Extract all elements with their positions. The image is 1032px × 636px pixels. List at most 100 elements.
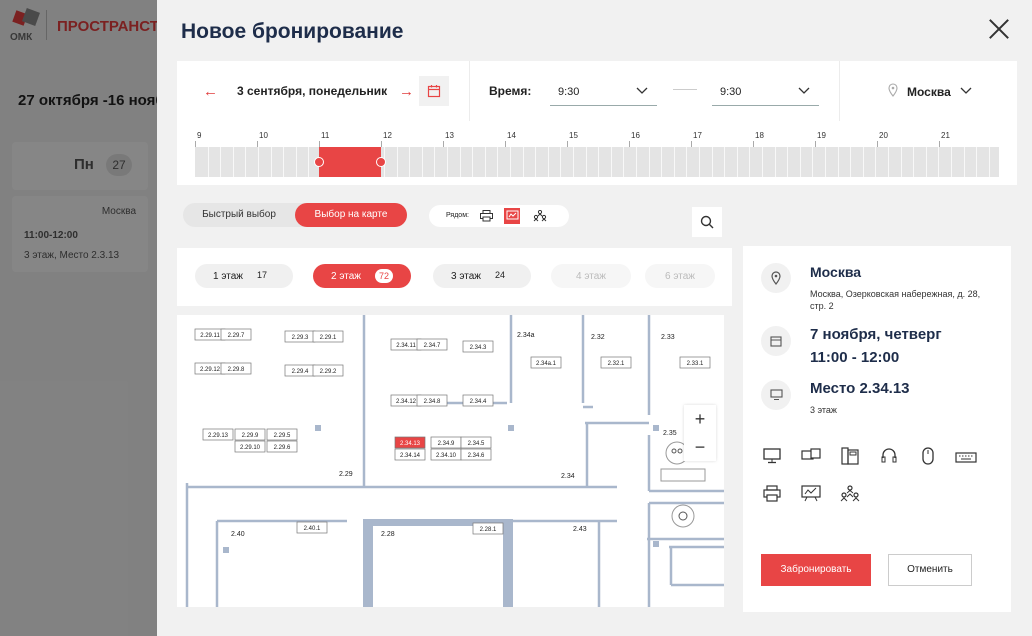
desk-2.34a.1[interactable]: 2.34a.1 [530, 356, 562, 369]
room-label-2.40: 2.40 [231, 531, 245, 538]
map-column [503, 519, 513, 607]
timeline-slot-divider [535, 147, 537, 177]
desk-2.29.6[interactable]: 2.29.6 [266, 440, 298, 453]
timeline-slot-divider [522, 147, 524, 177]
timeline-slot-divider [951, 147, 952, 177]
desk-2.34.11[interactable]: 2.34.11 [390, 338, 422, 351]
desk-2.29.4[interactable]: 2.29.4 [284, 364, 316, 377]
desk-2.34.3[interactable]: 2.34.3 [462, 340, 494, 353]
desk-2.34.6[interactable]: 2.34.6 [460, 448, 492, 461]
timeline-tick [753, 141, 754, 147]
city-select[interactable]: Москва [887, 81, 997, 103]
timeline-slot-divider [547, 147, 549, 177]
floor-map[interactable]: 2.29.11 2.29.7 2.29.12 2.29.8 2.29.3 2.29.1 2.… [177, 315, 724, 607]
timeline-hour-label: 13 [445, 131, 454, 140]
desk-2.29.11[interactable]: 2.29.11 [194, 328, 226, 341]
timeline-slot-divider [711, 147, 713, 177]
timeline-selected-range[interactable] [319, 147, 381, 177]
desk-2.29.12[interactable]: 2.29.12 [194, 362, 226, 375]
timeline-slot-divider [648, 147, 650, 177]
search-button[interactable] [692, 207, 722, 237]
selected-date: 3 сентября, понедельник [237, 84, 388, 98]
date-picker: ← 3 сентября, понедельник → [177, 61, 469, 121]
printer-icon[interactable] [478, 208, 494, 224]
desk-2.40.1[interactable]: 2.40.1 [296, 521, 328, 534]
time-to-select[interactable]: 9:30 [712, 76, 819, 106]
timeline-slot-divider [862, 147, 864, 177]
floor-tab-4[interactable]: 4 этаж [551, 264, 631, 288]
desk-2.29.13[interactable]: 2.29.13 [202, 428, 234, 441]
floor-name: 6 этаж [665, 271, 695, 282]
book-button[interactable]: Забронировать [761, 554, 871, 586]
desk-2.29.1[interactable]: 2.29.1 [312, 330, 344, 343]
timeline-hour-label: 17 [693, 131, 702, 140]
timeline-handle[interactable] [314, 157, 324, 167]
timeline-slot-divider [963, 147, 965, 177]
zoom-out-button[interactable]: − [684, 433, 716, 461]
headset-icon [878, 445, 900, 467]
people-group-icon[interactable] [532, 208, 548, 224]
desk-2.34.7[interactable]: 2.34.7 [416, 338, 448, 351]
timeline-slot-divider [837, 147, 839, 177]
room-label-2.34: 2.34 [561, 473, 575, 480]
nearby-filter: Рядом: [429, 205, 569, 227]
desk-label: 2.34.12 [396, 399, 417, 405]
map-column [508, 425, 514, 431]
desk-label: 2.34.11 [396, 343, 416, 349]
selection-mode-toggle: Быстрый выбор Выбор на карте [183, 203, 407, 227]
desk-2.28.1[interactable]: 2.28.1 [472, 522, 504, 535]
quick-select-tab[interactable]: Быстрый выбор [183, 203, 295, 227]
next-day-arrow-icon[interactable]: → [399, 83, 414, 100]
timeline-slot-divider [913, 147, 915, 177]
timeline-slot-divider [497, 147, 499, 177]
floor-tab-1[interactable]: 1 этаж 17 [195, 264, 293, 288]
prev-day-arrow-icon[interactable]: ← [203, 83, 218, 100]
floor-tab-3[interactable]: 3 этаж 24 [433, 264, 531, 288]
desk-2.34.9[interactable]: 2.34.9 [430, 436, 462, 449]
timeline-slot-divider [610, 147, 612, 177]
time-slider[interactable]: 9 10 11 12 13 14 15 16 17 18 19 20 21 [195, 131, 999, 179]
timeline-hour-label: 12 [383, 131, 392, 140]
desk-2.34.10[interactable]: 2.34.10 [430, 448, 462, 461]
timeline-handle[interactable] [376, 157, 386, 167]
timeline-slot-divider [421, 147, 423, 177]
timeline-slot-divider [686, 147, 688, 177]
desk-2.29.3[interactable]: 2.29.3 [284, 330, 316, 343]
zoom-in-button[interactable]: + [684, 405, 716, 433]
desk-label: 2.29.4 [292, 369, 309, 375]
calendar-button[interactable] [419, 76, 449, 106]
desk-label: 2.29.9 [242, 433, 259, 439]
time-from-select[interactable]: 9:30 [550, 76, 657, 106]
desk-2.34.12[interactable]: 2.34.12 [390, 394, 422, 407]
desk-2.29.5[interactable]: 2.29.5 [266, 428, 298, 441]
desk-2.29.10[interactable]: 2.29.10 [234, 440, 266, 453]
timeline-tick [691, 141, 692, 147]
chevron-down-icon [798, 87, 810, 94]
map-select-tab[interactable]: Выбор на карте [295, 203, 407, 227]
desk-2.33.1[interactable]: 2.33.1 [679, 356, 711, 369]
timeline-slot-divider [799, 147, 801, 177]
desk-2.34.14[interactable]: 2.34.14 [394, 448, 426, 461]
desk-2.29.8[interactable]: 2.29.8 [220, 362, 252, 375]
desk-2.32.1[interactable]: 2.32.1 [600, 356, 632, 369]
room-label-2.34a: 2.34a [517, 332, 535, 339]
timeline-slot-divider [484, 147, 486, 177]
phone-booth-icon[interactable] [671, 504, 695, 528]
timeline-hour-label: 10 [259, 131, 268, 140]
desk-2.34.4[interactable]: 2.34.4 [462, 394, 494, 407]
desk-label: 2.29.8 [228, 367, 245, 373]
room-label-2.43: 2.43 [573, 526, 587, 533]
cancel-button[interactable]: Отменить [888, 554, 972, 586]
desk-2.29.2[interactable]: 2.29.2 [312, 364, 344, 377]
floor-tab-6[interactable]: 6 этаж [645, 264, 715, 288]
floor-tab-2[interactable]: 2 этаж 72 [313, 264, 411, 288]
desk-2.34.13[interactable]: 2.34.13 [394, 436, 426, 449]
presentation-board-icon[interactable] [504, 208, 520, 224]
floor-plan[interactable]: 2.29.11 2.29.7 2.29.12 2.29.8 2.29.3 2.29.1 2.… [177, 315, 724, 607]
desk-2.34.8[interactable]: 2.34.8 [416, 394, 448, 407]
desk-2.29.7[interactable]: 2.29.7 [220, 328, 252, 341]
desk-2.34.5[interactable]: 2.34.5 [460, 436, 492, 449]
timeline-slot-divider [623, 147, 625, 177]
desk-2.29.9[interactable]: 2.29.9 [234, 428, 266, 441]
close-icon[interactable] [986, 16, 1012, 42]
